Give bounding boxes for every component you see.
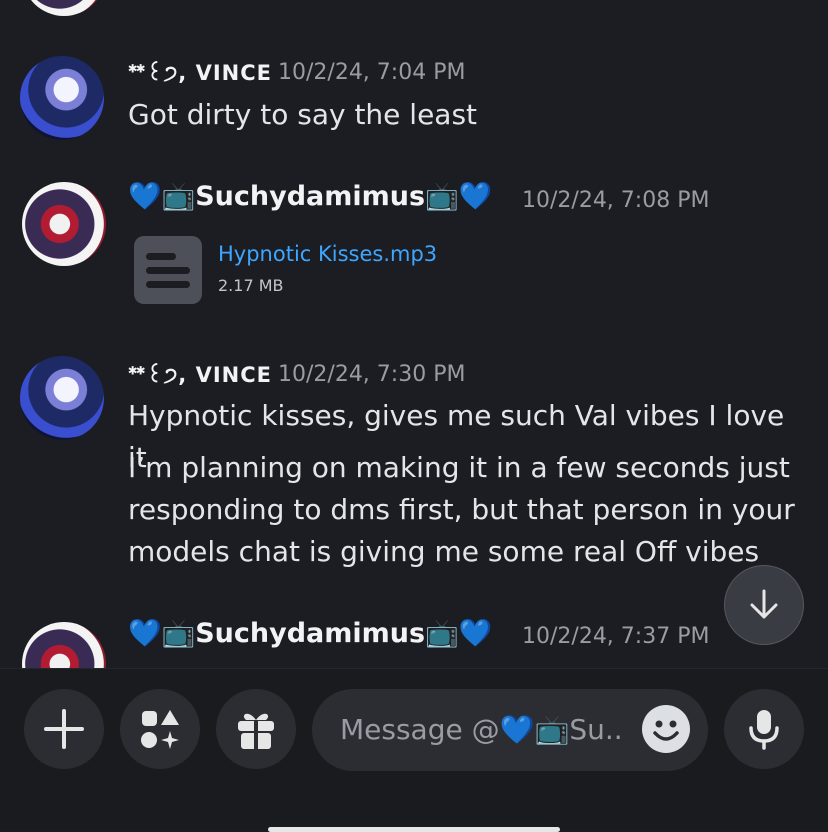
timestamp: 10/2/24, 7:30 PM bbox=[278, 362, 466, 387]
plus-icon bbox=[44, 709, 84, 749]
author-name[interactable]: ᕯ꒰੭, VINCE bbox=[128, 58, 272, 86]
message-input[interactable]: Message @💙📺Su.. bbox=[312, 689, 708, 771]
add-button[interactable] bbox=[24, 689, 104, 769]
avatar-vince[interactable] bbox=[20, 56, 104, 140]
timestamp: 10/2/24, 7:37 PM bbox=[522, 624, 710, 649]
message-placeholder: Message @💙📺Su.. bbox=[340, 713, 623, 746]
avatar-suchydamimus[interactable] bbox=[22, 622, 106, 668]
apps-icon bbox=[141, 710, 179, 749]
author-name[interactable]: 💙📺Suchydamimus📺💙 bbox=[128, 180, 492, 212]
voice-button[interactable] bbox=[724, 689, 804, 769]
author-name[interactable]: 💙📺Suchydamimus📺💙 bbox=[128, 617, 492, 649]
avatar-suchydamimus[interactable] bbox=[22, 182, 106, 266]
avatar[interactable] bbox=[22, 0, 106, 16]
avatar-vince[interactable] bbox=[20, 356, 104, 440]
attachment-link[interactable]: Hypnotic Kisses.mp3 bbox=[218, 242, 437, 266]
timestamp: 10/2/24, 7:04 PM bbox=[278, 60, 466, 85]
author-name[interactable]: ᕯ꒰੭, VINCE bbox=[128, 360, 272, 388]
message-text: Got dirty to say the least bbox=[128, 98, 478, 131]
emoji-button[interactable] bbox=[642, 705, 690, 753]
composer-bar: Message @💙📺Su.. bbox=[0, 668, 828, 832]
microphone-icon bbox=[749, 710, 779, 750]
jump-to-present-button[interactable] bbox=[724, 565, 804, 645]
arrow-down-icon bbox=[750, 589, 778, 619]
gift-icon bbox=[238, 713, 274, 749]
message-list[interactable]: ᕯ꒰੭, VINCE 10/2/24, 7:04 PM Got dirty to… bbox=[0, 0, 828, 668]
emoji-icon bbox=[653, 720, 679, 741]
message-text: I’m planning on making it in a few secon… bbox=[128, 451, 795, 568]
file-icon[interactable] bbox=[134, 236, 202, 304]
apps-button[interactable] bbox=[120, 689, 200, 769]
timestamp: 10/2/24, 7:08 PM bbox=[522, 188, 710, 213]
attachment-size: 2.17 MB bbox=[218, 276, 284, 295]
gift-button[interactable] bbox=[216, 689, 296, 769]
